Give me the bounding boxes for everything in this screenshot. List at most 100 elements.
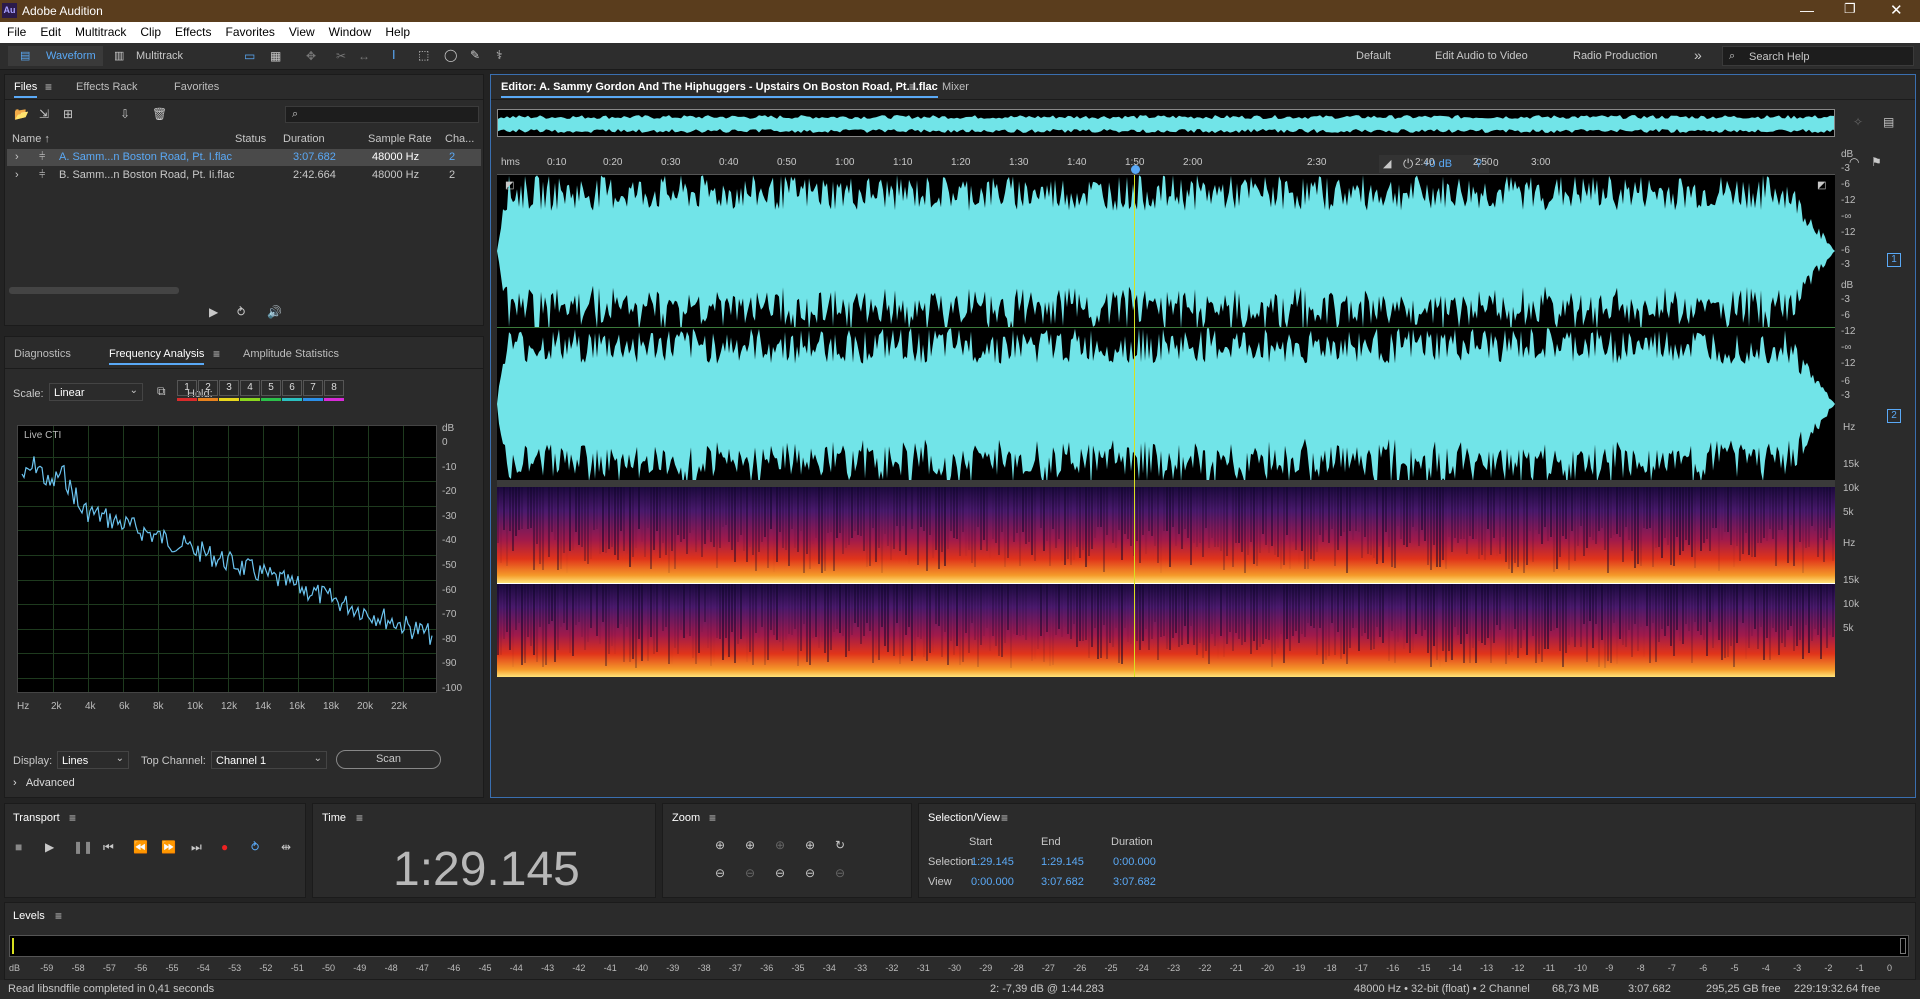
workspace-edit-audio-to-video[interactable]: Edit Audio to Video <box>1435 50 1528 62</box>
menu-clip[interactable]: Clip <box>133 22 168 39</box>
channel-1-waveform[interactable] <box>497 175 1835 327</box>
more-workspaces-icon[interactable]: » <box>1694 47 1702 63</box>
column-channels[interactable]: Cha... <box>445 133 474 145</box>
files-search-input[interactable]: ⌕ <box>285 106 479 123</box>
lasso-tool-icon[interactable]: ◯ <box>444 48 457 62</box>
tab-frequency-analysis[interactable]: Frequency Analysis <box>109 348 205 365</box>
panel-menu-icon[interactable]: ≡ <box>1001 811 1008 825</box>
multitrack-button[interactable]: ▥ Multitrack <box>110 46 195 66</box>
menu-help[interactable]: Help <box>378 22 417 39</box>
channel-2-waveform[interactable] <box>497 328 1835 480</box>
menu-window[interactable]: Window <box>322 22 379 39</box>
spot-healing-icon[interactable]: ⚕ <box>496 48 503 62</box>
expand-icon[interactable]: › <box>15 151 19 163</box>
view-end[interactable]: 3:07.682 <box>1041 876 1084 888</box>
zoom-in-amplitude-icon[interactable]: ✧ <box>1853 115 1863 129</box>
tab-files[interactable]: Files <box>14 81 38 98</box>
hold-button-2[interactable]: 2 <box>198 380 218 396</box>
file-row[interactable]: › ⫩ B. Samm...n Boston Road, Pt. Ii.flac… <box>7 167 481 184</box>
zoom-in-time-icon[interactable]: ⊕ <box>745 838 755 852</box>
import-icon[interactable]: ⇲ <box>39 107 49 121</box>
hold-button-5[interactable]: 5 <box>261 380 281 396</box>
skip-silence-icon[interactable]: ⇹ <box>281 840 291 854</box>
timeline-ruler[interactable] <box>497 153 1835 175</box>
pause-icon[interactable]: ❚❚ <box>73 840 93 854</box>
zoom-reset-icon[interactable]: ↻ <box>835 838 845 852</box>
expand-icon[interactable]: › <box>15 169 19 181</box>
column-name[interactable]: Name ↑ <box>12 133 50 145</box>
advanced-toggle[interactable]: › Advanced <box>13 777 75 789</box>
selection-start[interactable]: 1:29.145 <box>971 856 1014 868</box>
column-duration[interactable]: Duration <box>283 133 325 145</box>
zoom-out-full-icon[interactable]: ⊖ <box>805 866 815 880</box>
tab-effects-rack[interactable]: Effects Rack <box>76 81 138 93</box>
top-channel-select[interactable]: Channel 1 ⌄ <box>211 751 327 769</box>
skip-back-icon[interactable]: ⏮ <box>103 840 114 854</box>
column-sample-rate[interactable]: Sample Rate <box>368 133 432 145</box>
tab-amplitude-statistics[interactable]: Amplitude Statistics <box>243 348 339 360</box>
marker-icon[interactable]: ⚑ <box>1871 155 1882 169</box>
menu-view[interactable]: View <box>282 22 322 39</box>
selection-duration[interactable]: 0:00.000 <box>1113 856 1156 868</box>
tab-editor[interactable]: Editor: A. Sammy Gordon And The Hiphugge… <box>501 81 938 98</box>
scale-select[interactable]: Linear ⌄ <box>49 383 143 401</box>
play-icon[interactable]: ▶ <box>45 840 54 854</box>
horizontal-scrollbar[interactable] <box>9 287 179 294</box>
column-status[interactable]: Status <box>235 133 266 145</box>
loop-icon[interactable]: ⥁ <box>237 305 245 319</box>
zoom-in-amplitude-icon[interactable]: ⊕ <box>715 838 725 852</box>
slip-tool-icon[interactable]: ↔ <box>358 49 370 63</box>
track-menu-icon[interactable]: ▤ <box>1883 115 1894 129</box>
zoom-out-amplitude-icon[interactable]: ⊖ <box>715 866 725 880</box>
close-icon[interactable]: ✕ <box>1890 1 1903 19</box>
time-selection-tool-icon[interactable]: Ⅰ <box>392 48 396 62</box>
spectral-display-channel-1[interactable] <box>497 487 1835 583</box>
panel-menu-icon[interactable]: ≡ <box>356 811 363 825</box>
copy-icon[interactable]: ⧉ <box>157 384 166 398</box>
selection-end[interactable]: 1:29.145 <box>1041 856 1084 868</box>
channel-1-badge[interactable]: 1 <box>1887 253 1901 267</box>
open-folder-icon[interactable]: 📂 <box>14 107 29 121</box>
razor-tool-icon[interactable]: ✂ <box>336 49 346 63</box>
hold-button-1[interactable]: 1 <box>177 380 197 396</box>
playhead[interactable] <box>1134 175 1135 677</box>
tab-mixer[interactable]: Mixer <box>942 81 969 93</box>
menu-effects[interactable]: Effects <box>168 22 218 39</box>
zoom-out-time-icon[interactable]: ⊖ <box>745 866 755 880</box>
spectral-display-channel-2[interactable] <box>497 584 1835 677</box>
menu-favorites[interactable]: Favorites <box>219 22 282 39</box>
zoom-out-point-icon[interactable]: ⊖ <box>775 866 785 880</box>
rewind-icon[interactable]: ⏪ <box>133 840 148 854</box>
zoom-in-point-icon[interactable]: ⊕ <box>775 838 785 852</box>
marquee-tool-icon[interactable]: ⬚ <box>418 48 429 62</box>
delete-icon[interactable]: 🗑 <box>152 107 167 121</box>
loop-icon[interactable]: ⥁ <box>251 840 259 854</box>
brush-tool-icon[interactable]: ✎ <box>470 48 480 62</box>
search-help-field[interactable]: ⌕ Search Help <box>1722 46 1914 66</box>
zoom-in-selection-icon[interactable]: ⊕ <box>805 838 815 852</box>
maximize-icon[interactable]: ❐ <box>1844 1 1856 17</box>
new-file-icon[interactable]: ⊞ <box>63 107 73 121</box>
tab-favorites[interactable]: Favorites <box>174 81 219 93</box>
panel-menu-icon[interactable]: ≡ <box>55 909 62 923</box>
divider[interactable] <box>497 480 1835 487</box>
panel-menu-icon[interactable]: ≡ <box>69 811 76 825</box>
panel-menu-icon[interactable]: ≡ <box>213 347 220 361</box>
channel-2-badge[interactable]: 2 <box>1887 409 1901 423</box>
spectral-view-icon[interactable]: ▦ <box>270 49 281 63</box>
tab-diagnostics[interactable]: Diagnostics <box>14 348 71 360</box>
zoom-in-icon[interactable]: ◩ <box>505 179 514 193</box>
hold-button-3[interactable]: 3 <box>219 380 239 396</box>
waveform-button[interactable]: ▤ Waveform <box>8 46 103 66</box>
display-select[interactable]: Lines ⌄ <box>57 751 129 769</box>
scan-button[interactable]: Scan <box>336 750 441 769</box>
panel-menu-icon[interactable]: ≡ <box>709 811 716 825</box>
waveform-view-icon[interactable]: ▭ <box>244 49 255 63</box>
zoom-out-selection-icon[interactable]: ⊖ <box>835 866 845 880</box>
overview-navigator[interactable] <box>497 109 1835 137</box>
move-tool-icon[interactable]: ✥ <box>306 49 316 63</box>
minimize-icon[interactable]: — <box>1800 2 1814 18</box>
view-duration[interactable]: 3:07.682 <box>1113 876 1156 888</box>
insert-icon[interactable]: ⇩ <box>120 107 130 121</box>
panel-menu-icon[interactable]: ≡ <box>909 80 916 94</box>
